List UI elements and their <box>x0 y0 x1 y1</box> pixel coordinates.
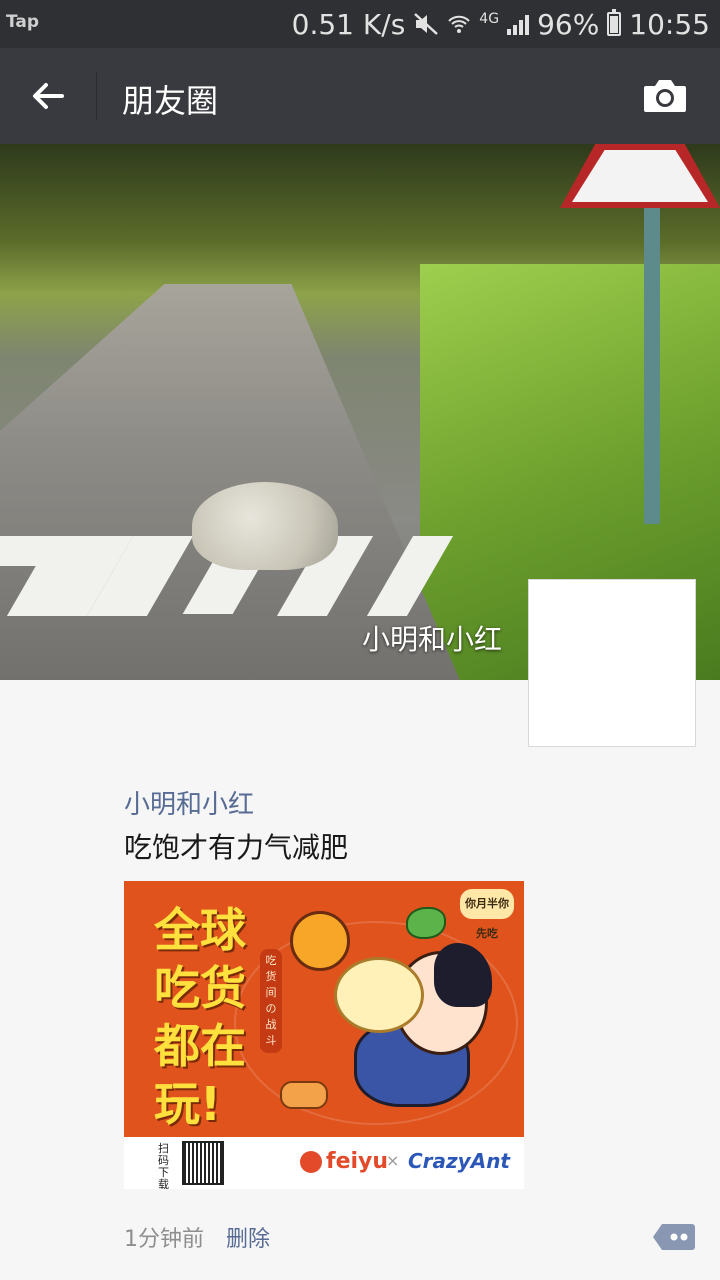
network-type: 4G <box>479 11 500 27</box>
page-title: 朋友圈 <box>122 82 219 120</box>
mute-icon <box>414 13 439 35</box>
battery-icon <box>607 9 622 36</box>
wifi-icon <box>448 15 471 33</box>
clock: 10:55 <box>629 7 710 41</box>
nav-divider <box>96 72 97 120</box>
arrow-left-icon[interactable] <box>28 76 68 116</box>
post-author[interactable]: 小明和小红 <box>124 784 254 821</box>
feiyu-mark-icon <box>300 1150 322 1173</box>
post-image[interactable]: 全球吃货都在玩! 吃货间の战斗 你月半你先吃 扫码下载 feiyu × Craz… <box>124 881 524 1189</box>
post-time: 1分钟前 <box>124 1227 204 1252</box>
feiyu-logo: feiyu <box>300 1149 388 1174</box>
crazyant-logo: CrazyAnt <box>408 1149 510 1173</box>
feiyu-text: feiyu <box>326 1149 389 1174</box>
hedgehog-image <box>192 482 338 570</box>
cartoon-character <box>314 943 492 1111</box>
poster-graphic: 全球吃货都在玩! 吃货间の战斗 你月半你先吃 <box>124 881 524 1137</box>
poster-vertical-text: 吃货间の战斗 <box>260 949 282 1053</box>
poster-footer: 扫码下载 feiyu × CrazyAnt <box>124 1137 524 1189</box>
qr-code-icon <box>182 1141 224 1185</box>
carrier-label: Tap <box>6 12 40 32</box>
poster-badge: 你月半你先吃 <box>460 889 514 940</box>
status-right: 0.51 K/s 4G 96% 10:55 <box>292 6 710 42</box>
brand-separator: × <box>386 1151 400 1170</box>
crosswalk-sign <box>560 144 720 208</box>
qr-label: 扫码下载 <box>158 1142 169 1190</box>
battery-percent: 96% <box>537 7 600 41</box>
top-nav-bar: 朋友圈 <box>0 48 720 144</box>
signal-icon <box>507 13 530 35</box>
status-bar: Tap 0.51 K/s 4G 96% 10:55 <box>0 0 720 48</box>
broccoli-icon <box>406 907 446 939</box>
sign-pole <box>644 204 660 524</box>
camera-icon[interactable] <box>642 78 688 114</box>
cover-nickname: 小明和小红 <box>361 623 502 656</box>
network-speed: 0.51 K/s <box>291 7 406 41</box>
delete-button[interactable]: 删除 <box>226 1221 270 1253</box>
post-text: 吃饱才有力气减肥 <box>124 831 349 864</box>
avatar[interactable] <box>528 579 696 747</box>
comment-more-icon[interactable] <box>652 1222 696 1252</box>
